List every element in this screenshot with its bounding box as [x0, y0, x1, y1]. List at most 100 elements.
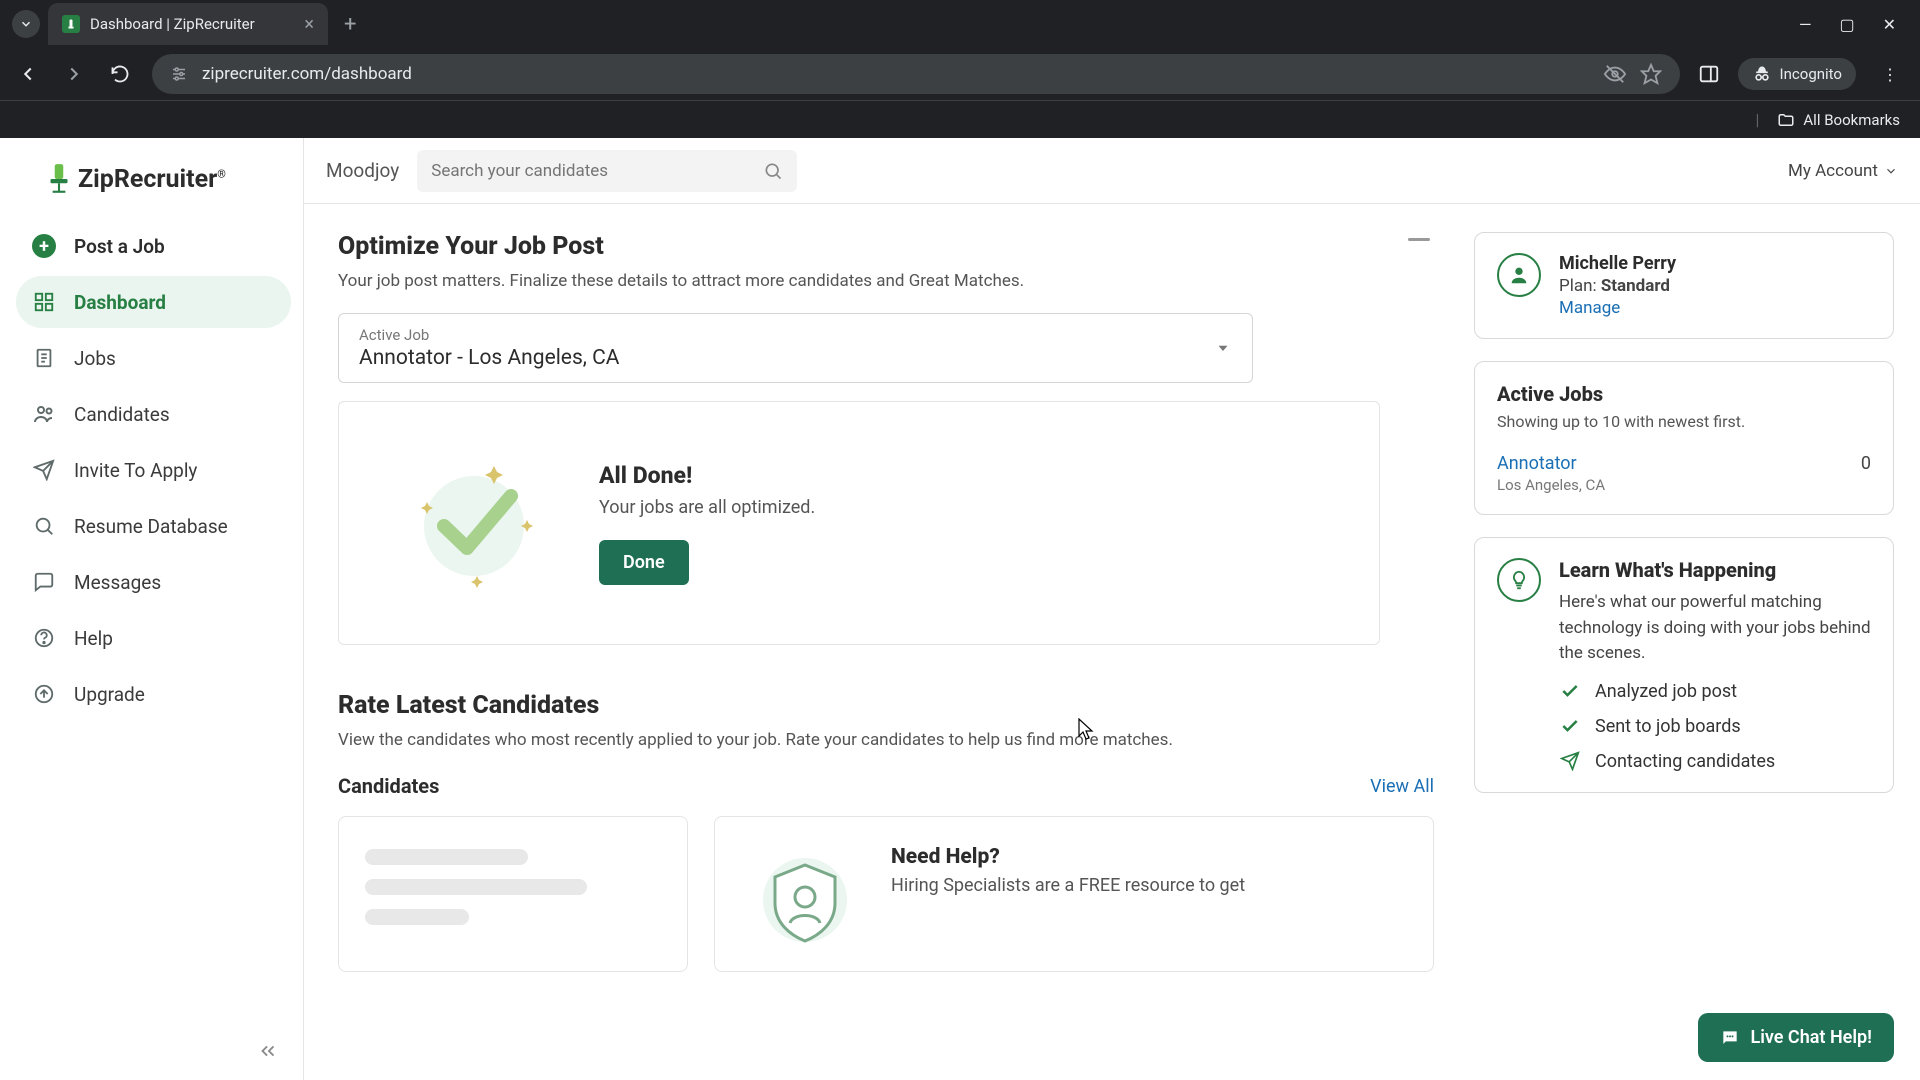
sidebar-item-upgrade[interactable]: Upgrade	[16, 668, 291, 720]
active-jobs-card: Active Jobs Showing up to 10 with newest…	[1474, 361, 1894, 515]
learn-step: Sent to job boards	[1559, 716, 1871, 737]
nav-back[interactable]	[14, 60, 42, 88]
search-icon[interactable]	[763, 161, 783, 181]
sidebar-item-invite-to-apply[interactable]: Invite To Apply	[16, 444, 291, 496]
browser-menu[interactable]: ⋮	[1874, 65, 1906, 84]
nav-reload[interactable]	[106, 60, 134, 88]
active-job-count: 0	[1861, 453, 1871, 474]
tab-list-dropdown[interactable]	[12, 10, 40, 38]
active-job-item: Annotator Los Angeles, CA 0	[1497, 453, 1871, 494]
tab-bar: Dashboard | ZipRecruiter × + — ▢ ✕	[0, 0, 1920, 48]
url-text: ziprecruiter.com/dashboard	[202, 64, 1590, 84]
sidebar-item-jobs[interactable]: Jobs	[16, 332, 291, 384]
sidebar-item-label: Post a Job	[74, 235, 165, 258]
account-label: My Account	[1788, 161, 1878, 181]
org-name: Moodjoy	[326, 159, 399, 182]
optimize-header: Optimize Your Job Post	[338, 232, 1434, 261]
collapse-section-button[interactable]	[1408, 238, 1430, 241]
learn-step-label: Contacting candidates	[1595, 751, 1775, 772]
rate-section: Rate Latest Candidates View the candidat…	[338, 691, 1434, 972]
plus-icon: +	[32, 234, 56, 258]
bookmarks-bar: | All Bookmarks	[0, 100, 1920, 138]
need-help-card: Need Help? Hiring Specialists are a FREE…	[714, 816, 1434, 972]
learn-steps: Analyzed job post Sent to job boards Con…	[1559, 681, 1871, 772]
sidebar: ZipRecruiter® + Post a Job Dashboard Job…	[0, 138, 304, 1080]
document-icon	[32, 346, 56, 370]
done-button[interactable]: Done	[599, 540, 689, 585]
all-done-body: Your jobs are all optimized.	[599, 497, 815, 518]
browser-tab[interactable]: Dashboard | ZipRecruiter ×	[48, 3, 328, 45]
my-account-dropdown[interactable]: My Account	[1788, 161, 1898, 181]
nav-forward[interactable]	[60, 60, 88, 88]
sidebar-item-messages[interactable]: Messages	[16, 556, 291, 608]
sidebar-item-dashboard[interactable]: Dashboard	[16, 276, 291, 328]
main-area: Moodjoy My Account Optimize Your Job Pos…	[304, 138, 1920, 1080]
candidate-cards-row: Need Help? Hiring Specialists are a FREE…	[338, 816, 1434, 972]
sidebar-item-label: Resume Database	[74, 515, 228, 538]
live-chat-button[interactable]: Live Chat Help!	[1698, 1013, 1894, 1062]
sidebar-item-resume-database[interactable]: Resume Database	[16, 500, 291, 552]
sidebar-collapse-button[interactable]	[257, 1040, 279, 1062]
eye-off-icon[interactable]	[1604, 63, 1626, 85]
window-controls: — ▢ ✕	[1799, 15, 1908, 34]
rate-subtitle: View the candidates who most recently ap…	[338, 730, 1434, 750]
optimize-title: Optimize Your Job Post	[338, 232, 604, 261]
search-icon	[32, 514, 56, 538]
learn-step-label: Analyzed job post	[1595, 681, 1737, 702]
caret-down-icon	[1214, 339, 1232, 357]
need-help-body: Hiring Specialists are a FREE resource t…	[891, 875, 1245, 896]
learn-step-label: Sent to job boards	[1595, 716, 1741, 737]
send-icon	[32, 458, 56, 482]
new-tab-button[interactable]: +	[336, 12, 364, 37]
learn-step: Contacting candidates	[1559, 751, 1871, 772]
address-row: ziprecruiter.com/dashboard Incognito ⋮	[0, 48, 1920, 100]
site-settings-icon[interactable]	[170, 65, 188, 83]
optimize-subtitle: Your job post matters. Finalize these de…	[338, 271, 1434, 291]
window-close[interactable]: ✕	[1883, 15, 1896, 34]
manage-link[interactable]: Manage	[1559, 298, 1620, 318]
chat-icon	[32, 570, 56, 594]
incognito-label: Incognito	[1780, 65, 1842, 83]
sidebar-item-help[interactable]: Help	[16, 612, 291, 664]
center-column: Optimize Your Job Post Your job post mat…	[338, 232, 1434, 1080]
learn-title: Learn What's Happening	[1559, 558, 1871, 582]
check-icon	[1559, 681, 1581, 701]
active-jobs-title: Active Jobs	[1497, 382, 1871, 406]
tab-close-icon[interactable]: ×	[304, 14, 314, 35]
active-job-location: Los Angeles, CA	[1497, 476, 1605, 494]
optimize-card: All Done! Your jobs are all optimized. D…	[338, 401, 1380, 645]
address-bar[interactable]: ziprecruiter.com/dashboard	[152, 54, 1680, 94]
tab-title: Dashboard | ZipRecruiter	[90, 15, 294, 33]
bookmark-star-icon[interactable]	[1640, 63, 1662, 85]
active-job-select[interactable]: Active Job Annotator - Los Angeles, CA	[338, 313, 1253, 383]
search-candidates-box[interactable]	[417, 150, 797, 192]
check-icon	[1559, 716, 1581, 736]
browser-chrome: Dashboard | ZipRecruiter × + — ▢ ✕ zipre…	[0, 0, 1920, 138]
tab-favicon	[62, 15, 80, 33]
sidebar-item-label: Candidates	[74, 403, 170, 426]
rate-title: Rate Latest Candidates	[338, 691, 1434, 720]
view-all-link[interactable]: View All	[1370, 776, 1434, 797]
brand-logo[interactable]: ZipRecruiter®	[16, 158, 291, 220]
sidebar-item-label: Messages	[74, 571, 161, 594]
learn-card: Learn What's Happening Here's what our p…	[1474, 537, 1894, 793]
lightbulb-icon	[1497, 558, 1541, 602]
sidebar-item-label: Dashboard	[74, 291, 166, 314]
help-icon	[32, 626, 56, 650]
side-panel-icon[interactable]	[1698, 63, 1720, 85]
user-plan: Plan: Standard	[1559, 276, 1676, 296]
user-name: Michelle Perry	[1559, 253, 1676, 274]
all-done-title: All Done!	[599, 462, 815, 489]
search-input[interactable]	[431, 161, 753, 181]
sidebar-item-post-a-job[interactable]: + Post a Job	[16, 220, 291, 272]
all-bookmarks-link[interactable]: All Bookmarks	[1777, 111, 1900, 129]
window-maximize[interactable]: ▢	[1839, 15, 1854, 34]
chevron-down-icon	[1884, 164, 1898, 178]
active-job-name-link[interactable]: Annotator	[1497, 453, 1605, 474]
learn-body: Here's what our powerful matching techno…	[1559, 590, 1871, 667]
right-column: Michelle Perry Plan: Standard Manage Act…	[1474, 232, 1894, 1080]
sidebar-item-candidates[interactable]: Candidates	[16, 388, 291, 440]
upgrade-icon	[32, 682, 56, 706]
incognito-indicator[interactable]: Incognito	[1738, 58, 1856, 90]
window-minimize[interactable]: —	[1799, 15, 1812, 34]
